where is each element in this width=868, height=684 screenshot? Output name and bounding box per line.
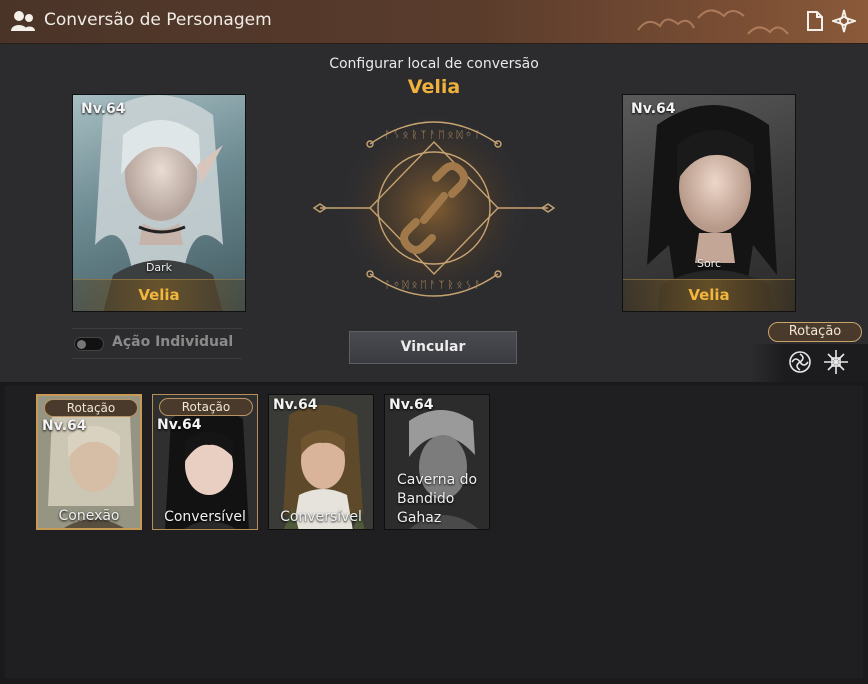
card-level: Nv.64 (157, 417, 202, 433)
divider (72, 328, 242, 329)
cloud-ornament (637, 9, 789, 35)
card-level: Nv.64 (389, 397, 434, 413)
right-character-level: Nv.64 (631, 101, 676, 117)
card-location-line: Caverna do (397, 472, 478, 488)
link-emblem: ᚨᛊᛟᚱᛉᚨᛖᛟᛞᛜᛚ ᛚᛜᛞᛟᛖᚨᛉᚱᛟᛊᚨ (312, 108, 556, 308)
compass-settings-icon[interactable] (832, 9, 856, 33)
rotation-badge: Rotação (44, 399, 138, 417)
document-icon[interactable] (804, 10, 826, 32)
rose-crest-icon[interactable] (786, 348, 814, 376)
left-character-level: Nv.64 (81, 101, 126, 117)
card-status: Conversível (164, 509, 246, 525)
character-card[interactable]: Rotação Nv.64 Conexão (36, 394, 142, 530)
cross-sigil-icon[interactable] (822, 348, 850, 376)
individual-action-toggle-row: Ação Individual (72, 328, 242, 359)
config-location-label: Configurar local de conversão (329, 56, 539, 72)
character-card[interactable]: Nv.64 Conversível (268, 394, 374, 530)
card-location-line: Gahaz (397, 510, 442, 526)
toggle-knob (77, 340, 86, 349)
right-character-class: Sorc (696, 257, 722, 270)
divider (72, 358, 242, 359)
card-location-line: Bandido (397, 491, 455, 507)
right-character-portrait[interactable]: Nv.64 Sorc Velia (622, 94, 796, 312)
left-character-class: Dark (145, 261, 173, 274)
rune-text-bottom: ᛚᛜᛞᛟᛖᚨᛉᚱᛟᛊᚨ (385, 280, 484, 291)
character-card[interactable]: Rotação Nv.64 Conversível (152, 394, 258, 530)
left-character-portrait[interactable]: Nv.64 Dark Velia (72, 94, 246, 312)
left-character-city: Velia (73, 279, 245, 311)
card-level: Nv.64 (273, 397, 318, 413)
title-bar: Conversão de Personagem (0, 0, 868, 44)
right-character-city: Velia (623, 279, 795, 311)
link-button[interactable]: Vincular (349, 331, 517, 364)
card-status: Conversível (280, 509, 362, 525)
conversion-config-panel: Configurar local de conversão Velia Nv.6… (0, 44, 868, 382)
rune-text-top: ᚨᛊᛟᚱᛉᚨᛖᛟᛞᛜᛚ (385, 130, 484, 141)
card-location: Caverna do Bandido Gahaz (397, 471, 477, 528)
rotation-button[interactable]: Rotação (768, 322, 862, 342)
character-card[interactable]: Nv.64 Caverna do Bandido Gahaz (384, 394, 490, 530)
card-level: Nv.64 (42, 418, 87, 434)
card-status: Conexão (58, 508, 120, 524)
rotation-badge: Rotação (159, 398, 253, 416)
window-title: Conversão de Personagem (44, 10, 272, 30)
users-icon (11, 11, 35, 31)
character-list-panel: Rotação Nv.64 Conexão Rotação Nv.64 Conv… (5, 386, 863, 678)
individual-action-toggle[interactable] (74, 337, 104, 351)
individual-action-label: Ação Individual (112, 334, 234, 350)
rotation-icons-bar (750, 344, 868, 382)
